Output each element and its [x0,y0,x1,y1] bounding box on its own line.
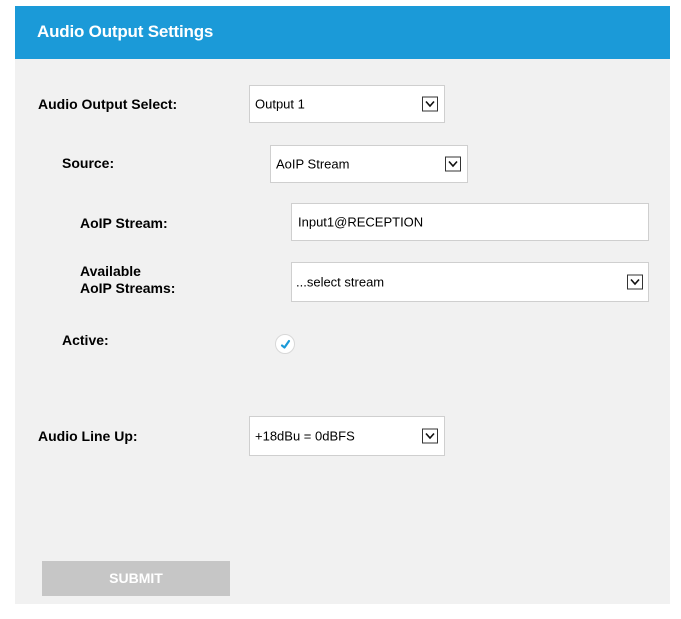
active-label: Active: [62,332,109,348]
chevron-down-icon[interactable] [422,428,438,444]
output-select-dropdown[interactable]: Output 1 [249,85,445,123]
output-select-label: Audio Output Select: [38,96,178,112]
available-streams-label-line1: Available [80,263,141,279]
line-up-label: Audio Line Up: [38,428,138,444]
chevron-down-icon[interactable] [422,96,438,112]
line-up-value: +18dBu = 0dBFS [255,428,355,444]
aoip-stream-input[interactable]: Input1@RECEPTION [291,203,649,241]
aoip-stream-label: AoIP Stream: [80,215,168,231]
chevron-down-icon[interactable] [627,274,643,290]
page-title: Audio Output Settings [37,22,214,41]
available-streams-dropdown[interactable]: ...select stream [291,262,649,302]
available-streams-label-line2: AoIP Streams: [80,280,176,296]
active-checkbox[interactable] [275,334,295,354]
submit-button[interactable]: SUBMIT [42,561,230,596]
chevron-down-icon[interactable] [445,156,461,172]
available-streams-value: ...select stream [296,274,385,290]
panel-header: Audio Output Settings [15,6,670,59]
checkmark-icon [280,339,291,349]
aoip-stream-value: Input1@RECEPTION [298,214,424,230]
line-up-dropdown[interactable]: +18dBu = 0dBFS [249,416,445,456]
source-value: AoIP Stream [276,156,350,172]
source-label: Source: [62,155,115,171]
output-select-value: Output 1 [255,96,305,112]
source-dropdown[interactable]: AoIP Stream [270,145,468,183]
